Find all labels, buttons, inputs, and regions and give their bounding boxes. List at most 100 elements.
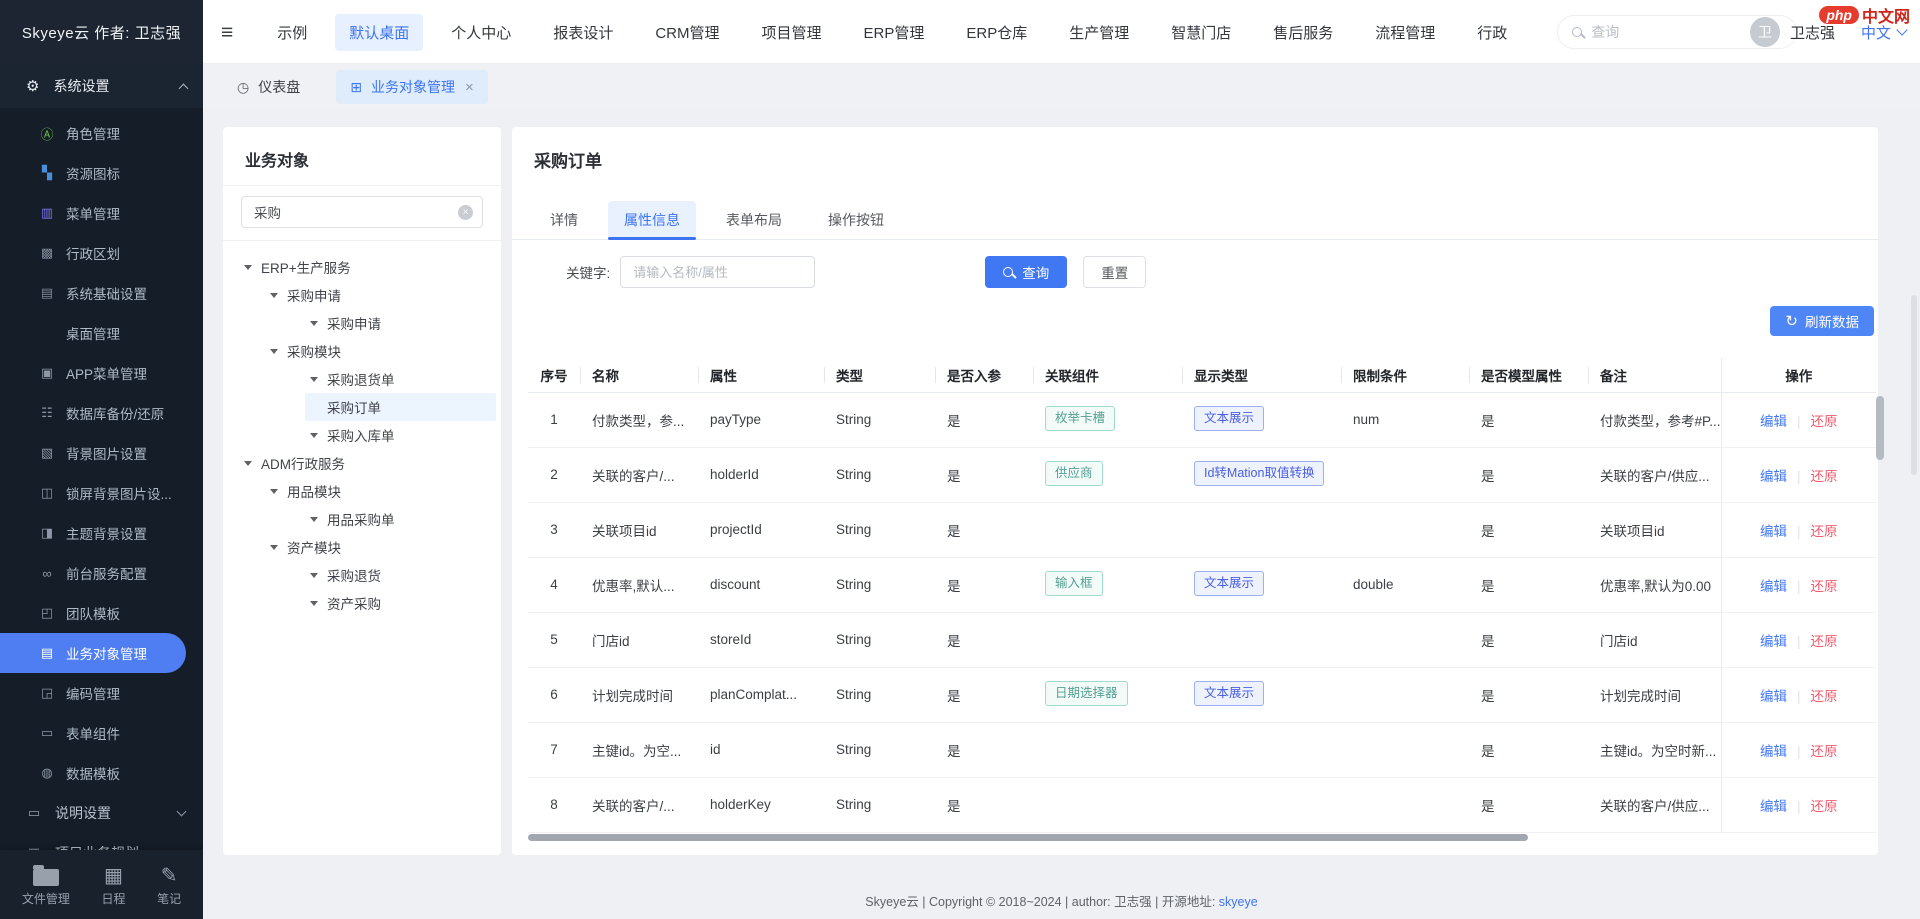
top-menu-item[interactable]: 示例 [263, 14, 321, 51]
tree-node-label: ERP+生产服务 [261, 257, 351, 277]
top-menu-item[interactable]: 生产管理 [1055, 14, 1143, 51]
restore-link[interactable]: 还原 [1811, 744, 1838, 759]
tab-dashboard[interactable]: ◷ 仪表盘 [223, 70, 314, 104]
edit-link[interactable]: 编辑 [1760, 469, 1787, 484]
sidebar-item[interactable]: ▤ 业务对象管理 [0, 633, 186, 673]
edit-link[interactable]: 编辑 [1760, 689, 1787, 704]
sidebar-item[interactable]: Ⓐ 角色管理 [0, 113, 203, 153]
tree-node-label: 用品模块 [287, 481, 341, 501]
tab-label: 业务对象管理 [371, 77, 455, 97]
sidebar-item[interactable]: ▥ 菜单管理 [0, 193, 203, 233]
edit-link[interactable]: 编辑 [1760, 579, 1787, 594]
cell-component [1033, 612, 1182, 667]
top-menu-item[interactable]: 流程管理 [1361, 14, 1449, 51]
sidebar-item[interactable]: ◍ 数据模板 [0, 753, 203, 793]
detail-tab[interactable]: 操作按钮 [812, 201, 900, 239]
tree-node[interactable]: 采购申请 [223, 309, 501, 337]
sidebar-item[interactable]: 桌面管理 [0, 313, 203, 353]
tree-node[interactable]: 采购入库单 [223, 421, 501, 449]
sidebar-item[interactable]: ▤ 系统基础设置 [0, 273, 203, 313]
sidebar-item[interactable]: ▭ 说明设置 [0, 793, 203, 833]
restore-link[interactable]: 还原 [1811, 689, 1838, 704]
cell-remark: 门店id [1588, 612, 1721, 667]
purchase-order-panel: 采购订单 详情 属性信息 表单布局 操作按钮 关键字: 查询 重置 ↻ [512, 127, 1878, 855]
sidebar-item[interactable]: ▩ 行政区划 [0, 233, 203, 273]
tree-node[interactable]: 用品采购单 [223, 505, 501, 533]
edit-link[interactable]: 编辑 [1760, 744, 1787, 759]
tree-node[interactable]: ADM行政服务 [223, 449, 501, 477]
restore-link[interactable]: 还原 [1811, 524, 1838, 539]
schedule-button[interactable]: ▦ 日程 [101, 862, 125, 907]
restore-link[interactable]: 还原 [1811, 469, 1838, 484]
restore-link[interactable]: 还原 [1811, 634, 1838, 649]
cell-remark: 关联的客户/供应... [1588, 777, 1721, 832]
file-manager-button[interactable]: 文件管理 [22, 862, 70, 907]
tree-node[interactable]: 采购模块 [223, 337, 501, 365]
sidebar-item[interactable]: ▧ 背景图片设置 [0, 433, 203, 473]
sidebar-section-system-settings[interactable]: ⚙ 系统设置 [0, 64, 203, 108]
reset-button[interactable]: 重置 [1083, 256, 1146, 288]
tree-node[interactable]: 资产采购 [223, 589, 501, 617]
sidebar-item[interactable]: ∞ 前台服务配置 [0, 553, 203, 593]
tree-node[interactable]: 资产模块 [223, 533, 501, 561]
tab-business-object-management[interactable]: ⊞ 业务对象管理 × [336, 70, 488, 104]
table-vertical-scrollbar[interactable] [1876, 396, 1884, 460]
table-row: 7 主键id。为空... id String 是 是 主键id。为空时新... [528, 722, 1876, 777]
top-menu-item[interactable]: 个人中心 [437, 14, 525, 51]
tree-search-input[interactable] [241, 196, 483, 228]
top-menu-item[interactable]: 项目管理 [748, 14, 836, 51]
top-menu-item[interactable]: 智慧门店 [1157, 14, 1245, 51]
detail-tab[interactable]: 详情 [534, 201, 594, 239]
tree-node[interactable]: 采购申请 [223, 281, 501, 309]
top-menu-item[interactable]: 报表设计 [539, 14, 627, 51]
query-button[interactable]: 查询 [985, 256, 1067, 288]
refresh-data-button[interactable]: ↻ 刷新数据 [1770, 306, 1874, 336]
notes-button[interactable]: ✎ 笔记 [157, 862, 181, 907]
cell-component: 输入框 [1033, 557, 1182, 612]
edit-link[interactable]: 编辑 [1760, 799, 1787, 814]
top-menu-item[interactable]: 行政 [1463, 14, 1521, 51]
avatar[interactable]: 卫 [1750, 17, 1780, 47]
restore-link[interactable]: 还原 [1811, 414, 1838, 429]
tree-node[interactable]: ERP+生产服务 [223, 253, 501, 281]
sidebar-item[interactable]: ▭ 表单组件 [0, 713, 203, 753]
close-icon[interactable]: × [465, 80, 474, 95]
clear-icon[interactable]: × [458, 205, 473, 220]
col-type: 类型 [824, 358, 935, 392]
edit-link[interactable]: 编辑 [1760, 524, 1787, 539]
tree-node[interactable]: 采购退货 [223, 561, 501, 589]
tree-node[interactable]: 用品模块 [223, 477, 501, 505]
edit-link[interactable]: 编辑 [1760, 634, 1787, 649]
detail-tab[interactable]: 表单布局 [710, 201, 798, 239]
detail-title: 采购订单 [512, 127, 1878, 172]
cell-constraint [1341, 667, 1469, 722]
top-menu-item[interactable]: ERP仓库 [952, 14, 1041, 51]
sidebar-item[interactable]: ◨ 主题背景设置 [0, 513, 203, 553]
source-link[interactable]: skyeye [1219, 895, 1258, 909]
col-attr[interactable]: 属性 [698, 358, 824, 392]
table-horizontal-scrollbar[interactable] [528, 834, 1528, 841]
sidebar-item[interactable]: ☷ 数据库备份/还原 [0, 393, 203, 433]
app-logo: Skyeye云 作者: 卫志强 [0, 0, 203, 64]
tree-node[interactable]: 采购退货单 [223, 365, 501, 393]
edit-link[interactable]: 编辑 [1760, 414, 1787, 429]
sidebar-item[interactable]: ▣ APP菜单管理 [0, 353, 203, 393]
sidebar-item[interactable]: ◫ 锁屏背景图片设... [0, 473, 203, 513]
sidebar-item[interactable]: ▚ 资源图标 [0, 153, 203, 193]
sidebar-item[interactable]: ◰ 团队模板 [0, 593, 203, 633]
restore-link[interactable]: 还原 [1811, 579, 1838, 594]
sidebar-item[interactable]: ◲ 编码管理 [0, 673, 203, 713]
col-in-param[interactable]: 是否入参 [935, 358, 1033, 392]
detail-tab[interactable]: 属性信息 [608, 201, 696, 239]
col-name[interactable]: 名称 [580, 358, 698, 392]
top-menu-item[interactable]: CRM管理 [641, 14, 733, 51]
keyword-input[interactable] [620, 256, 815, 288]
restore-link[interactable]: 还原 [1811, 799, 1838, 814]
page-scrollbar[interactable] [1911, 295, 1917, 475]
top-menu-item[interactable]: ERP管理 [850, 14, 939, 51]
tree-node[interactable]: 采购订单 [223, 393, 501, 421]
collapse-sidebar-icon[interactable]: ≡ [221, 22, 233, 43]
cell-is-model: 是 [1469, 392, 1588, 447]
top-menu-item[interactable]: 默认桌面 [335, 14, 423, 51]
top-menu-item[interactable]: 售后服务 [1259, 14, 1347, 51]
